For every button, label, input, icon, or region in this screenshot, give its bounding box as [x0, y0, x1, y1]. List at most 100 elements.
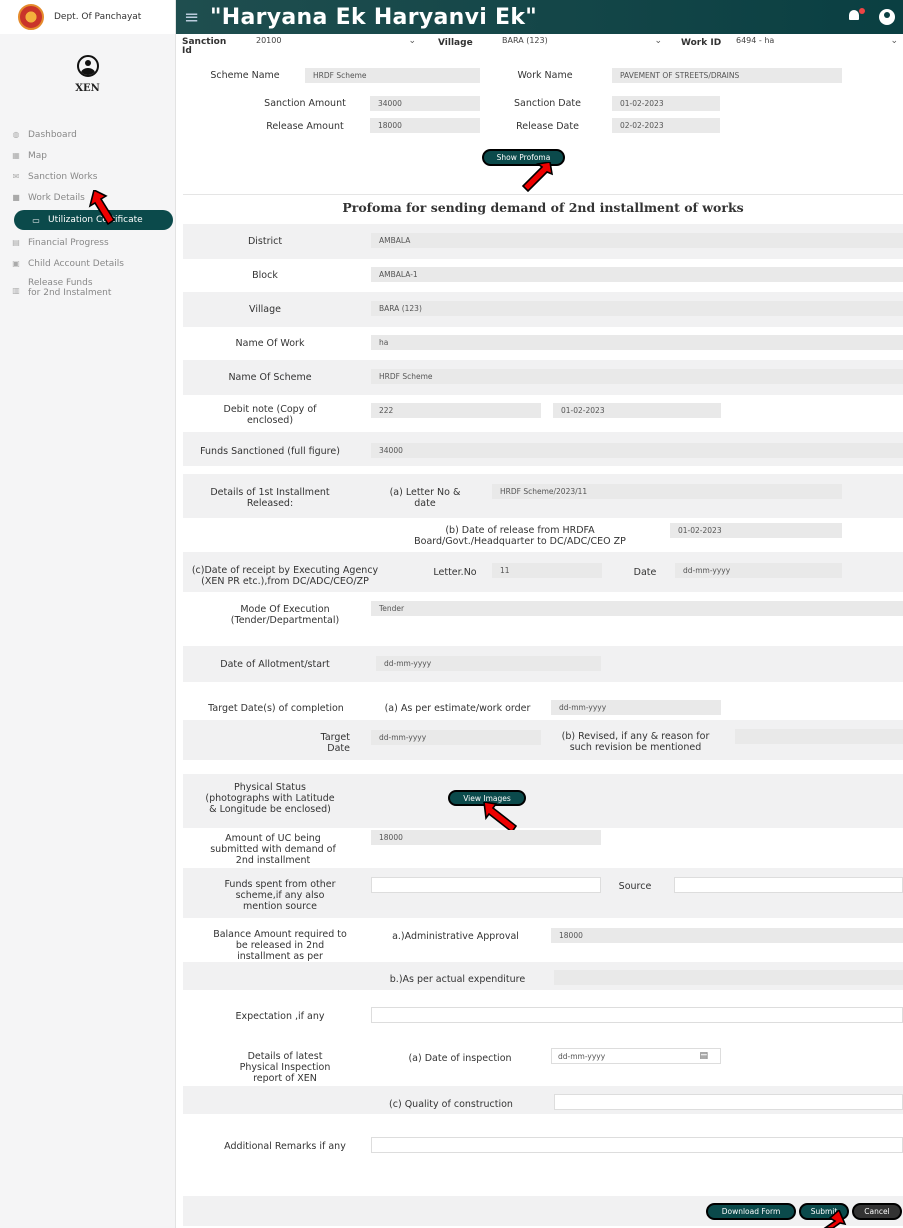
map-icon: ▦: [12, 151, 20, 160]
work-id-label: Work ID: [681, 38, 722, 48]
sidebar-item-label: Dashboard: [28, 129, 77, 140]
mode-execution-label-line1: Mode Of Execution: [240, 604, 330, 615]
uc-amount-label: Amount of UC being submitted with demand …: [193, 833, 353, 866]
revised-label-line1: (b) Revised, if any & reason for: [561, 731, 710, 742]
debit-note-label-line2: enclosed): [246, 415, 294, 426]
inspection-date-label: (a) Date of inspection: [408, 1053, 512, 1064]
release-amount-value: 18000: [370, 118, 480, 133]
notification-bell-icon[interactable]: [849, 8, 865, 22]
annotation-arrow: [823, 1210, 847, 1228]
estimate-label: (a) As per estimate/work order: [384, 703, 531, 714]
source-label: Source: [618, 881, 652, 892]
target-date-label: Target Date: [290, 732, 350, 754]
expectation-input[interactable]: [371, 1007, 903, 1023]
inspection-label-line2: Physical Inspection: [239, 1062, 331, 1073]
sanction-id-select[interactable]: 20100 ⌄: [256, 36, 416, 52]
source-input[interactable]: [674, 877, 903, 893]
chevron-down-icon: ⌄: [890, 36, 898, 46]
chevron-down-icon: ⌄: [654, 36, 662, 46]
debit-note-label: Debit note (Copy of enclosed): [210, 404, 330, 426]
actual-expenditure-label: b.)As per actual expenditure: [389, 974, 526, 985]
sidebar-item-release-funds[interactable]: ▥ Release Funds for 2nd Instalment: [0, 274, 175, 304]
sidebar-item-financial-progress[interactable]: ▤ Financial Progress: [0, 232, 175, 253]
app-root: Dept. Of Panchayat XEN ◍ Dashboard ▦ Map ✉…: [0, 0, 903, 1228]
funds-other-label: Funds spent from other scheme,if any also…: [205, 879, 355, 912]
scheme-name-value: HRDF Scheme: [305, 68, 480, 83]
funds-other-input[interactable]: [371, 877, 601, 893]
release-from-label-line1: (b) Date of release from HRDFA: [445, 525, 595, 536]
quality-input[interactable]: [554, 1094, 903, 1110]
sidebar: Dept. Of Panchayat XEN ◍ Dashboard ▦ Map ✉…: [0, 0, 176, 1228]
release-amount-label: Release Amount: [266, 121, 344, 132]
mode-execution-label: Mode Of Execution (Tender/Departmental): [215, 604, 355, 626]
admin-approval-label: a.)Administrative Approval: [392, 931, 519, 942]
work-id-select[interactable]: 6494 - ha ⌄: [736, 36, 898, 52]
physical-status-label-line3: & Longitude be enclosed): [209, 804, 331, 815]
sidebar-item-label-line1: Release Funds: [28, 278, 93, 288]
mode-execution-label-line2: (Tender/Departmental): [230, 615, 340, 626]
funds-other-label-line1: Funds spent from other: [224, 879, 336, 890]
uc-amount-label-line3: 2nd installment: [235, 855, 311, 866]
sanction-amount-label: Sanction Amount: [264, 98, 346, 109]
revised-input[interactable]: [735, 729, 903, 744]
first-installment-label: Details of 1st Installment Released:: [195, 487, 345, 509]
release-date-label: Release Date: [516, 121, 579, 132]
inspection-date-placeholder: dd-mm-yyyy: [558, 1051, 606, 1061]
haryana-logo-icon: [18, 4, 44, 30]
receipt-date-input[interactable]: dd-mm-yyyy: [675, 563, 842, 578]
calendar-icon[interactable]: ▤: [699, 1051, 708, 1061]
district-label: District: [247, 236, 283, 247]
sidebar-item-sanction-works[interactable]: ✉ Sanction Works: [0, 166, 175, 187]
sanction-id-label: Sanction Id: [182, 38, 226, 56]
sidebar-item-dashboard[interactable]: ◍ Dashboard: [0, 124, 175, 145]
release-from-value: 01-02-2023: [670, 523, 842, 538]
dept-name: Dept. Of Panchayat: [54, 12, 142, 22]
top-bar: ≡ "Haryana Ek Haryanvi Ek": [176, 0, 903, 34]
estimate-input[interactable]: dd-mm-yyyy: [551, 700, 721, 715]
sidebar-item-label: Child Account Details: [28, 258, 124, 269]
physical-status-label-line1: Physical Status: [234, 782, 306, 793]
village-value: BARA (123): [502, 36, 548, 45]
id-card-icon: ▣: [12, 259, 20, 268]
target-date-label-line1: Target: [320, 732, 350, 743]
account-icon[interactable]: [879, 9, 895, 25]
actual-expenditure-input[interactable]: [554, 970, 903, 985]
sanction-id-label-line2: Id: [182, 46, 192, 56]
release-from-label: (b) Date of release from HRDFA Board/Govt…: [380, 525, 660, 547]
village-select[interactable]: BARA (123) ⌄: [502, 36, 662, 52]
sidebar-item-label: Sanction Works: [28, 171, 98, 182]
revised-label: (b) Revised, if any & reason for such rev…: [548, 731, 723, 753]
sidebar-item-label: Release Funds for 2nd Instalment: [28, 278, 111, 298]
letter-no-label-line2: date: [414, 498, 436, 509]
app-title: "Haryana Ek Haryanvi Ek": [210, 4, 538, 30]
scheme-field-value: HRDF Scheme: [371, 369, 903, 384]
download-form-button[interactable]: Download Form: [706, 1203, 796, 1220]
target-date-input[interactable]: dd-mm-yyyy: [371, 730, 541, 745]
letterno-label: Letter.No: [433, 567, 477, 578]
block-label: Block: [252, 270, 278, 281]
physical-status-label: Physical Status (photographs with Latitud…: [200, 782, 340, 815]
envelope-icon: ✉: [12, 172, 20, 181]
sidebar-item-map[interactable]: ▦ Map: [0, 145, 175, 166]
palette-icon: ◍: [12, 130, 20, 139]
user-profile: XEN: [0, 44, 175, 104]
inspection-label-line1: Details of latest: [247, 1051, 323, 1062]
debit-note-label-line1: Debit note (Copy of: [223, 404, 317, 415]
hamburger-menu-icon[interactable]: ≡: [184, 7, 200, 28]
block-value: AMBALA-1: [371, 267, 903, 282]
remarks-input[interactable]: [371, 1137, 903, 1153]
proforma-title: Profoma for sending demand of 2nd instal…: [342, 200, 744, 215]
funds-other-label-line3: mention source: [243, 901, 317, 912]
allotment-input[interactable]: dd-mm-yyyy: [376, 656, 601, 671]
receipt-date-label: Date: [633, 567, 657, 578]
quality-label: (c) Quality of construction: [389, 1099, 513, 1110]
cancel-button[interactable]: Cancel: [852, 1203, 902, 1220]
sidebar-item-child-account[interactable]: ▣ Child Account Details: [0, 253, 175, 274]
first-installment-label-line2: Released:: [246, 498, 294, 509]
inspection-date-input[interactable]: dd-mm-yyyy ▤: [551, 1048, 721, 1064]
divider: [183, 194, 903, 195]
sanction-date-label: Sanction Date: [513, 98, 582, 109]
expectation-label: Expectation ,if any: [235, 1011, 325, 1022]
scheme-field-label: Name Of Scheme: [228, 372, 312, 383]
letterno-value: 11: [492, 563, 602, 578]
